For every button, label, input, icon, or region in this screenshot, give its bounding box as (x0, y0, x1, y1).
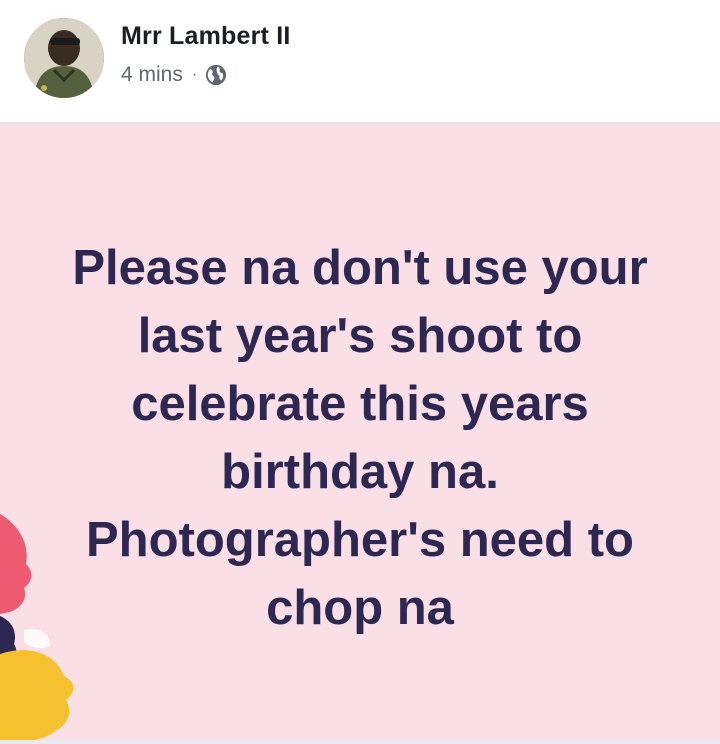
bottom-divider (0, 740, 720, 744)
post-text-line: Please na don't use your (72, 241, 648, 295)
avatar[interactable] (24, 18, 104, 98)
post-text: Please na don't use your last year's sho… (30, 234, 690, 642)
post-text-line: Photographer's need to (86, 513, 634, 567)
post-text-line: chop na (266, 581, 454, 635)
globe-icon[interactable] (205, 64, 227, 86)
post-time[interactable]: 4 mins (121, 63, 183, 87)
post-text-line: last year's shoot to (137, 309, 583, 363)
post-background: Please na don't use your last year's sho… (0, 124, 720, 740)
post-header: Mrr Lambert II 4 mins · (0, 0, 720, 122)
post-text-line: birthday na. (221, 445, 499, 499)
post-text-line: celebrate this years (131, 377, 589, 431)
post-meta: 4 mins · (121, 62, 227, 88)
author-name[interactable]: Mrr Lambert II (121, 22, 291, 51)
separator-dot: · (191, 66, 198, 83)
avatar-photo (24, 18, 104, 98)
